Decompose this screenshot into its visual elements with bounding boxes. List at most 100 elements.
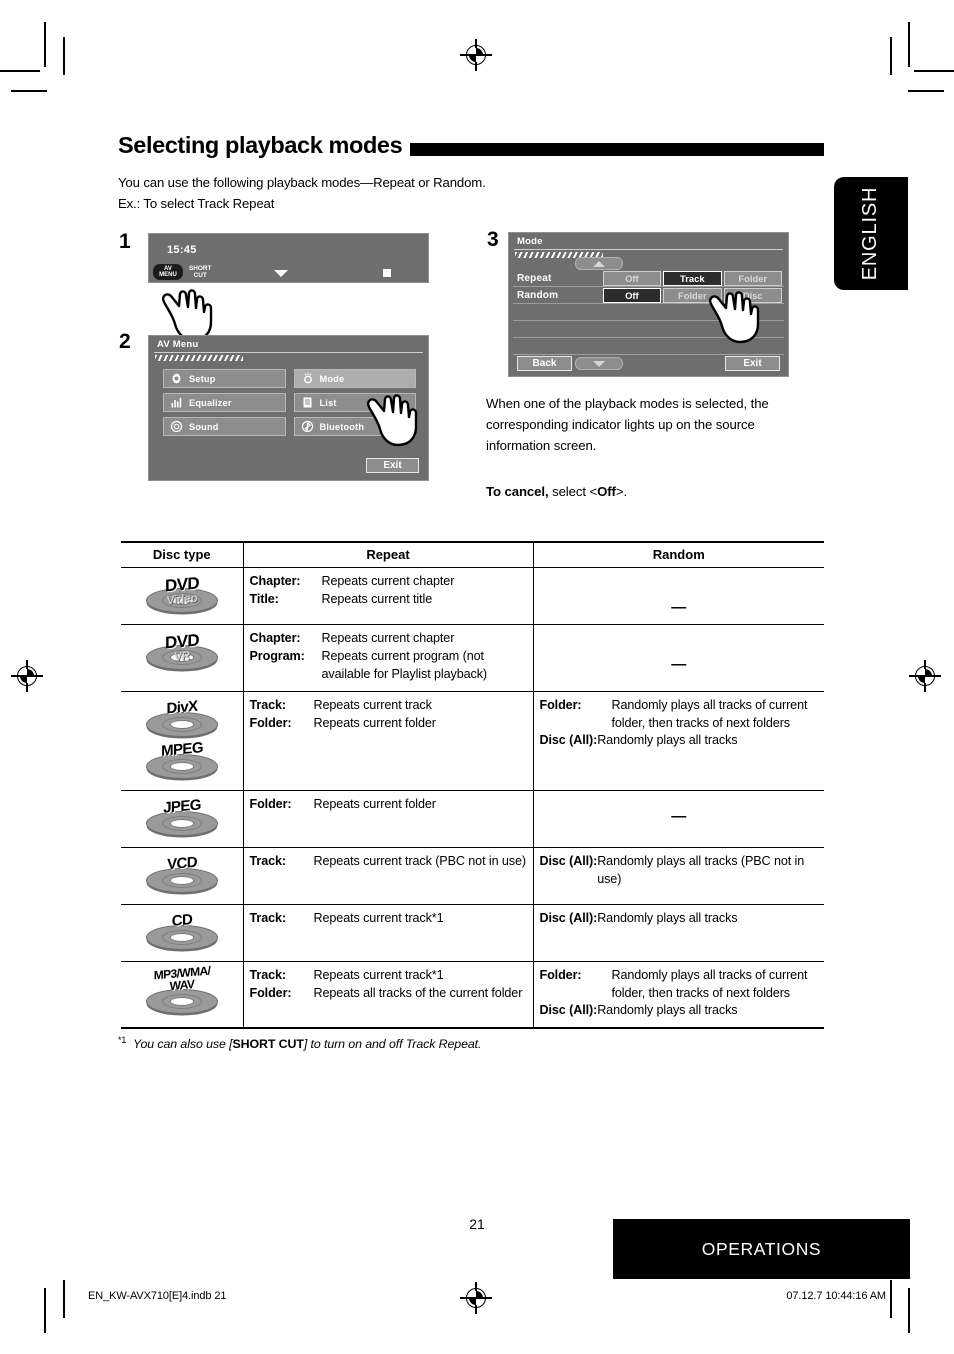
random-value: Randomly plays all tracks <box>597 1003 738 1018</box>
menu-item-setup-label: Setup <box>189 373 216 384</box>
disc-type-cell: CD <box>121 904 244 962</box>
divider <box>154 352 423 353</box>
registration-mark-bottom <box>460 1282 492 1314</box>
repeat-key: Track: <box>249 697 287 712</box>
random-cell: — <box>532 567 824 625</box>
table-row: JPEG Folder: Repeats current folder — <box>121 790 824 848</box>
random-cell: Disc (All): Randomly plays all tracks <box>532 904 824 962</box>
repeat-key: Track: <box>249 910 287 925</box>
table-row: DVD VR Chapter: Repeats current chapter P… <box>121 624 824 692</box>
sound-icon <box>170 420 183 433</box>
list-icon <box>301 396 314 409</box>
mode-footer: Back Exit <box>513 356 784 372</box>
hatch-bar-icon <box>155 355 243 361</box>
table-row: DVD Video Chapter: Repeats current chapte… <box>121 567 824 625</box>
mode-exit-button[interactable]: Exit <box>725 356 780 371</box>
repeat-value: Repeats current track <box>313 697 432 712</box>
menu-item-bluetooth-label: Bluetooth <box>319 421 365 432</box>
disc-label: MP3/WMA/ WAV <box>153 963 211 993</box>
crop-mark <box>63 1280 65 1318</box>
divider <box>514 249 783 250</box>
repeat-cell: Track: Repeats current track*1 Folder: Rep… <box>242 961 534 1030</box>
registration-mark-top <box>460 39 492 71</box>
source-file-line: EN_KW-AVX710[E]4.indb 21 <box>88 1290 227 1302</box>
crop-mark <box>890 1280 892 1318</box>
repeat-cell: Track: Repeats current track (PBC not in … <box>242 847 534 905</box>
random-cell: Folder: Randomly plays all tracks of curr… <box>532 961 824 1030</box>
disc-type-cell: DVD Video <box>121 567 244 625</box>
footnote-text-after: ] to turn on and off Track Repeat. <box>303 1037 482 1052</box>
random-cell: — <box>532 624 824 692</box>
disc-type-cell: VCD <box>121 847 244 905</box>
cd-disc-icon: CD <box>140 911 224 952</box>
repeat-cell: Chapter: Repeats current chapter Program:… <box>242 624 534 692</box>
column-header-repeat: Repeat <box>242 541 534 568</box>
mode-back-button[interactable]: Back <box>517 356 572 371</box>
random-key: Disc (All): <box>539 910 598 925</box>
disc-type-cell: MP3/WMA/ WAV <box>121 961 244 1030</box>
section-band-label: OPERATIONS <box>701 1238 822 1259</box>
footnote-text-before: You can also use [ <box>133 1037 233 1052</box>
crop-mark <box>908 90 944 92</box>
clock-display: 15:45 <box>167 244 197 256</box>
language-tab-english: ENGLISH <box>834 177 908 290</box>
menu-item-list-label: List <box>319 397 337 408</box>
gear-icon <box>170 372 183 385</box>
repeat-value: Repeats current folder <box>313 796 437 811</box>
mp3-wma-wav-disc-icon: MP3/WMA/ WAV <box>140 963 224 1016</box>
cancel-instruction: To cancel, select <Off>. <box>486 484 822 499</box>
repeat-key: Program: <box>249 648 305 663</box>
menu-item-setup[interactable]: Setup <box>163 369 286 388</box>
disc-type-cell: DivX MPEG <box>121 691 244 791</box>
crop-mark <box>11 90 47 92</box>
crop-mark <box>914 70 954 72</box>
crop-mark <box>44 22 46 67</box>
pointing-hand-icon-step2 <box>367 394 418 447</box>
disc-label: JPEG <box>162 795 201 817</box>
scroll-up-button[interactable] <box>575 257 623 270</box>
repeat-value: Repeats current chapter <box>321 574 455 588</box>
mode-sun-icon <box>301 372 314 385</box>
random-option-off[interactable]: Off <box>602 287 662 303</box>
av-menu-exit-button[interactable]: Exit <box>366 458 419 473</box>
menu-item-equalizer-label: Equalizer <box>189 397 232 408</box>
repeat-value: Repeats current track (PBC not in use) <box>313 853 527 868</box>
repeat-key: Chapter: <box>249 631 301 645</box>
random-value: Randomly plays all tracks of current fol… <box>611 697 808 730</box>
cancel-label-end: >. <box>615 484 628 499</box>
repeat-value: Repeats current program (not available f… <box>321 648 488 681</box>
intro-line-2: Ex.: To select Track Repeat <box>118 196 275 212</box>
pointing-hand-icon-step3 <box>709 291 760 344</box>
page-title: Selecting playback modes <box>118 132 403 158</box>
playback-modes-table: Disc type Repeat Random DVD Video Chapte… <box>121 541 824 1030</box>
repeat-value: Repeats current folder <box>313 715 437 730</box>
stop-square-icon[interactable] <box>383 269 391 277</box>
column-header-disc-type: Disc type <box>121 541 244 568</box>
manual-page: Selecting playback modes You can use the… <box>0 0 954 1354</box>
table-row: MP3/WMA/ WAV Track: Repeats current track… <box>121 961 824 1030</box>
registration-mark-left <box>11 660 43 692</box>
pointing-hand-icon-step1 <box>162 289 213 342</box>
random-value: Randomly plays all tracks <box>597 733 738 748</box>
mpeg-disc-icon: MPEG <box>140 739 224 781</box>
repeat-option-off[interactable]: Off <box>602 270 662 286</box>
table-header-row: Disc type Repeat Random <box>121 541 824 568</box>
chevron-down-icon[interactable] <box>274 270 288 277</box>
repeat-value: Repeats current chapter <box>321 631 455 645</box>
random-key: Disc (All): <box>539 1003 598 1018</box>
repeat-key: Chapter: <box>249 574 301 588</box>
disc-type-cell: JPEG <box>121 790 244 848</box>
repeat-key: Track: <box>249 853 287 868</box>
jpeg-disc-icon: JPEG <box>140 796 224 838</box>
step-number-1: 1 <box>119 230 131 253</box>
crop-mark <box>44 1288 46 1333</box>
menu-item-equalizer[interactable]: Equalizer <box>163 393 286 412</box>
random-cell: — <box>532 790 824 848</box>
random-key: Folder: <box>539 967 582 982</box>
vcd-disc-icon: VCD <box>140 853 224 895</box>
menu-item-sound[interactable]: Sound <box>163 417 286 436</box>
language-tab-label: ENGLISH <box>859 186 882 281</box>
repeat-key: Folder: <box>249 985 292 1000</box>
repeat-cell: Chapter: Repeats current chapter Title: Re… <box>242 567 534 625</box>
random-cell: Disc (All): Randomly plays all tracks (PB… <box>532 847 824 905</box>
